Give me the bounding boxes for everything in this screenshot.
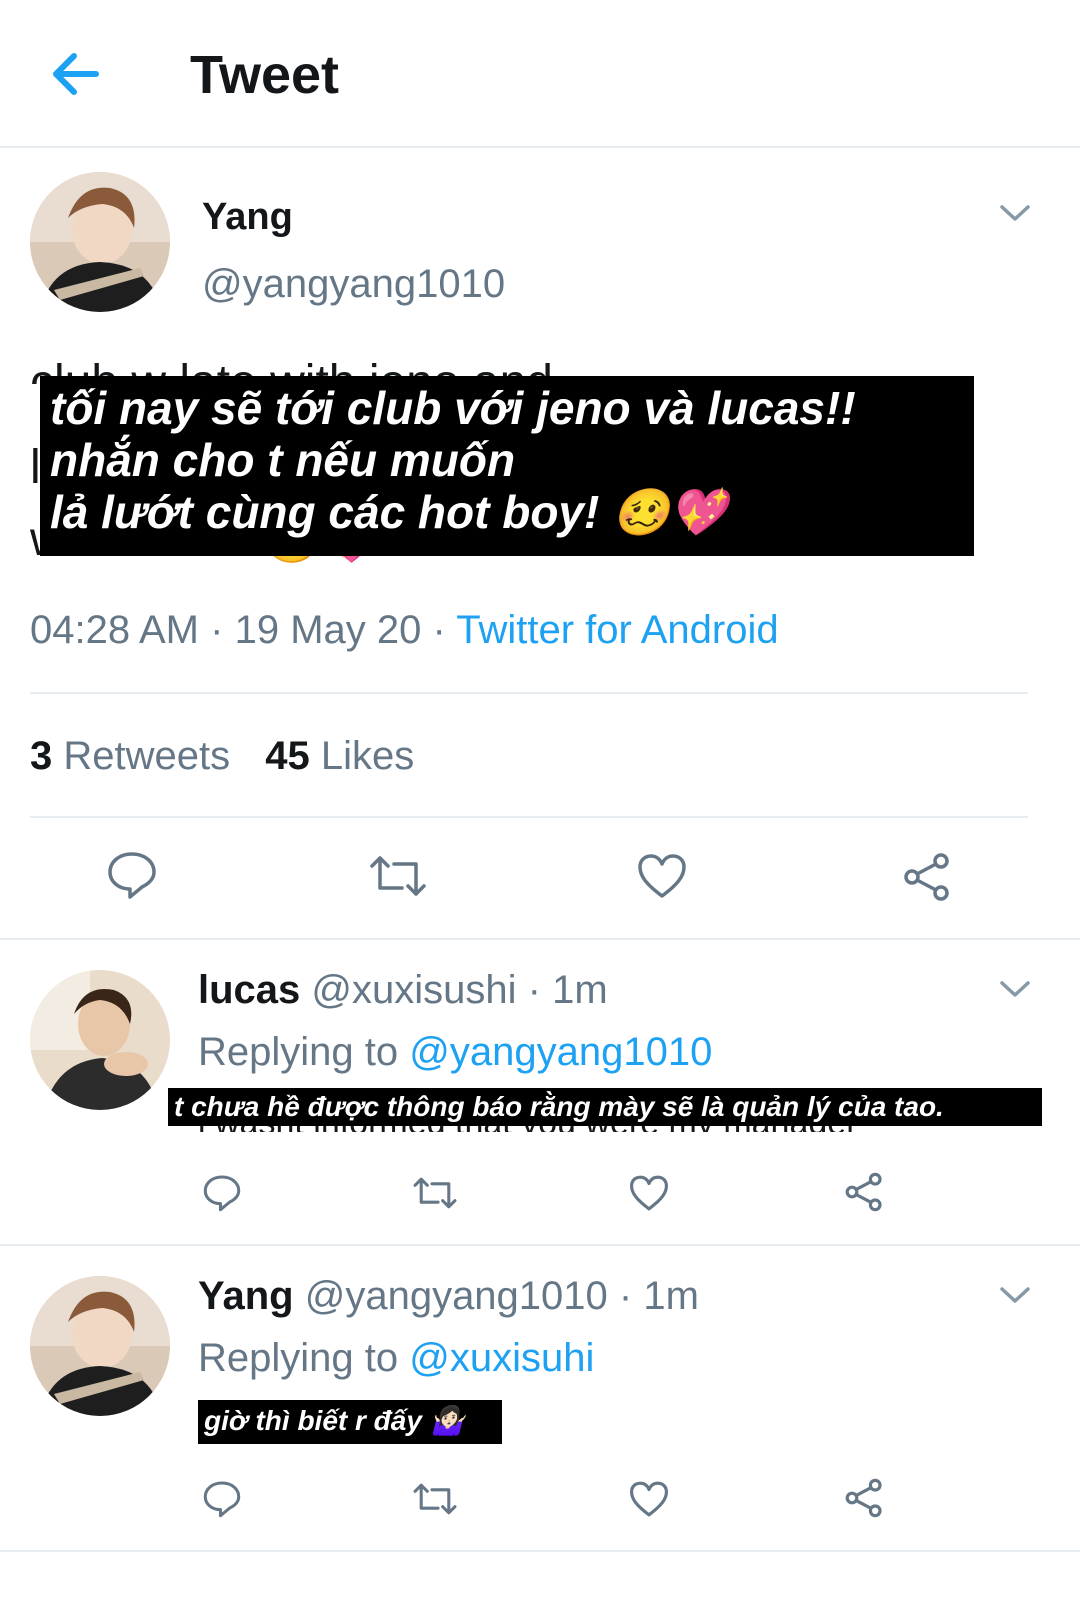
mention-link[interactable]: @xuxisuhi [409,1336,594,1380]
reply-icon[interactable] [202,1480,242,1518]
chevron-down-icon[interactable] [998,202,1032,224]
time-ago: · 1m [527,968,608,1012]
caption-overlay: giờ thì biết r đấy 🤷🏻‍♀️ [198,1400,502,1444]
likes-label: Likes [320,734,415,778]
separator: · [210,608,224,652]
replying-to: Replying to @xuxisuhi [198,1336,594,1381]
chevron-down-icon[interactable] [998,1284,1032,1306]
author-handle[interactable]: @yangyang1010 [202,262,505,307]
tweet-source-link[interactable]: Twitter for Android [456,608,778,652]
retweets-count: 3 [30,734,53,778]
likes-count: 45 [265,734,310,778]
author-handle[interactable]: @yangyang1010 [305,1274,608,1318]
caption-line: nhắn cho t nếu muốn [50,434,516,486]
heart-icon[interactable] [628,1480,670,1518]
time-ago: · 1m [618,1274,699,1318]
avatar[interactable] [30,970,170,1110]
tweet-meta: 04:28 AM · 19 May 20 · Twitter for Andro… [30,608,779,653]
replying-to: Replying to @yangyang1010 [198,1030,712,1075]
caption-line: lả lướt cùng các hot boy! 🥴💖 [50,486,727,538]
separator: · [432,608,446,652]
replying-to-label: Replying to [198,1336,399,1380]
back-arrow-icon[interactable] [46,48,102,100]
chevron-down-icon[interactable] [998,978,1032,1000]
reply-header: lucas @xuxisushi · 1m [198,968,608,1013]
heart-icon[interactable] [628,1174,670,1212]
heart-icon[interactable] [636,852,688,900]
tweet-stats: 3 Retweets 45 Likes [30,734,414,779]
author-name[interactable]: Yang [198,1274,294,1318]
retweet-icon[interactable] [412,1176,458,1210]
retweet-icon[interactable] [412,1482,458,1516]
share-icon[interactable] [844,1478,884,1518]
tweet-time: 04:28 AM [30,608,200,652]
avatar[interactable] [30,1276,170,1416]
caption-overlay: tối nay sẽ tới club với jeno và lucas!! … [40,376,974,556]
avatar[interactable] [30,172,170,312]
reply-header: Yang @yangyang1010 · 1m [198,1274,699,1319]
reply-icon[interactable] [106,850,158,900]
share-icon[interactable] [844,1172,884,1212]
divider [0,938,1080,940]
divider [0,1550,1080,1552]
divider [30,692,1028,694]
retweets-stat[interactable]: 3 Retweets [30,734,241,778]
mention-link[interactable]: @yangyang1010 [409,1030,712,1074]
retweets-label: Retweets [63,734,231,778]
author-name[interactable]: lucas [198,968,300,1012]
retweet-icon[interactable] [368,854,428,898]
tweet-date: 19 May 20 [234,608,422,652]
likes-stat[interactable]: 45 Likes [265,734,414,778]
caption-line: tối nay sẽ tới club với jeno và lucas!! [50,382,856,434]
caption-overlay: t chưa hề được thông báo rằng mày sẽ là … [168,1088,1042,1126]
divider [30,816,1028,818]
share-icon[interactable] [902,852,952,902]
divider [0,1244,1080,1246]
top-bar: Tweet [0,0,1080,148]
author-name[interactable]: Yang [202,196,293,239]
author-handle[interactable]: @xuxisushi [311,968,516,1012]
replying-to-label: Replying to [198,1030,399,1074]
reply-icon[interactable] [202,1174,242,1212]
page-title: Tweet [190,45,340,105]
